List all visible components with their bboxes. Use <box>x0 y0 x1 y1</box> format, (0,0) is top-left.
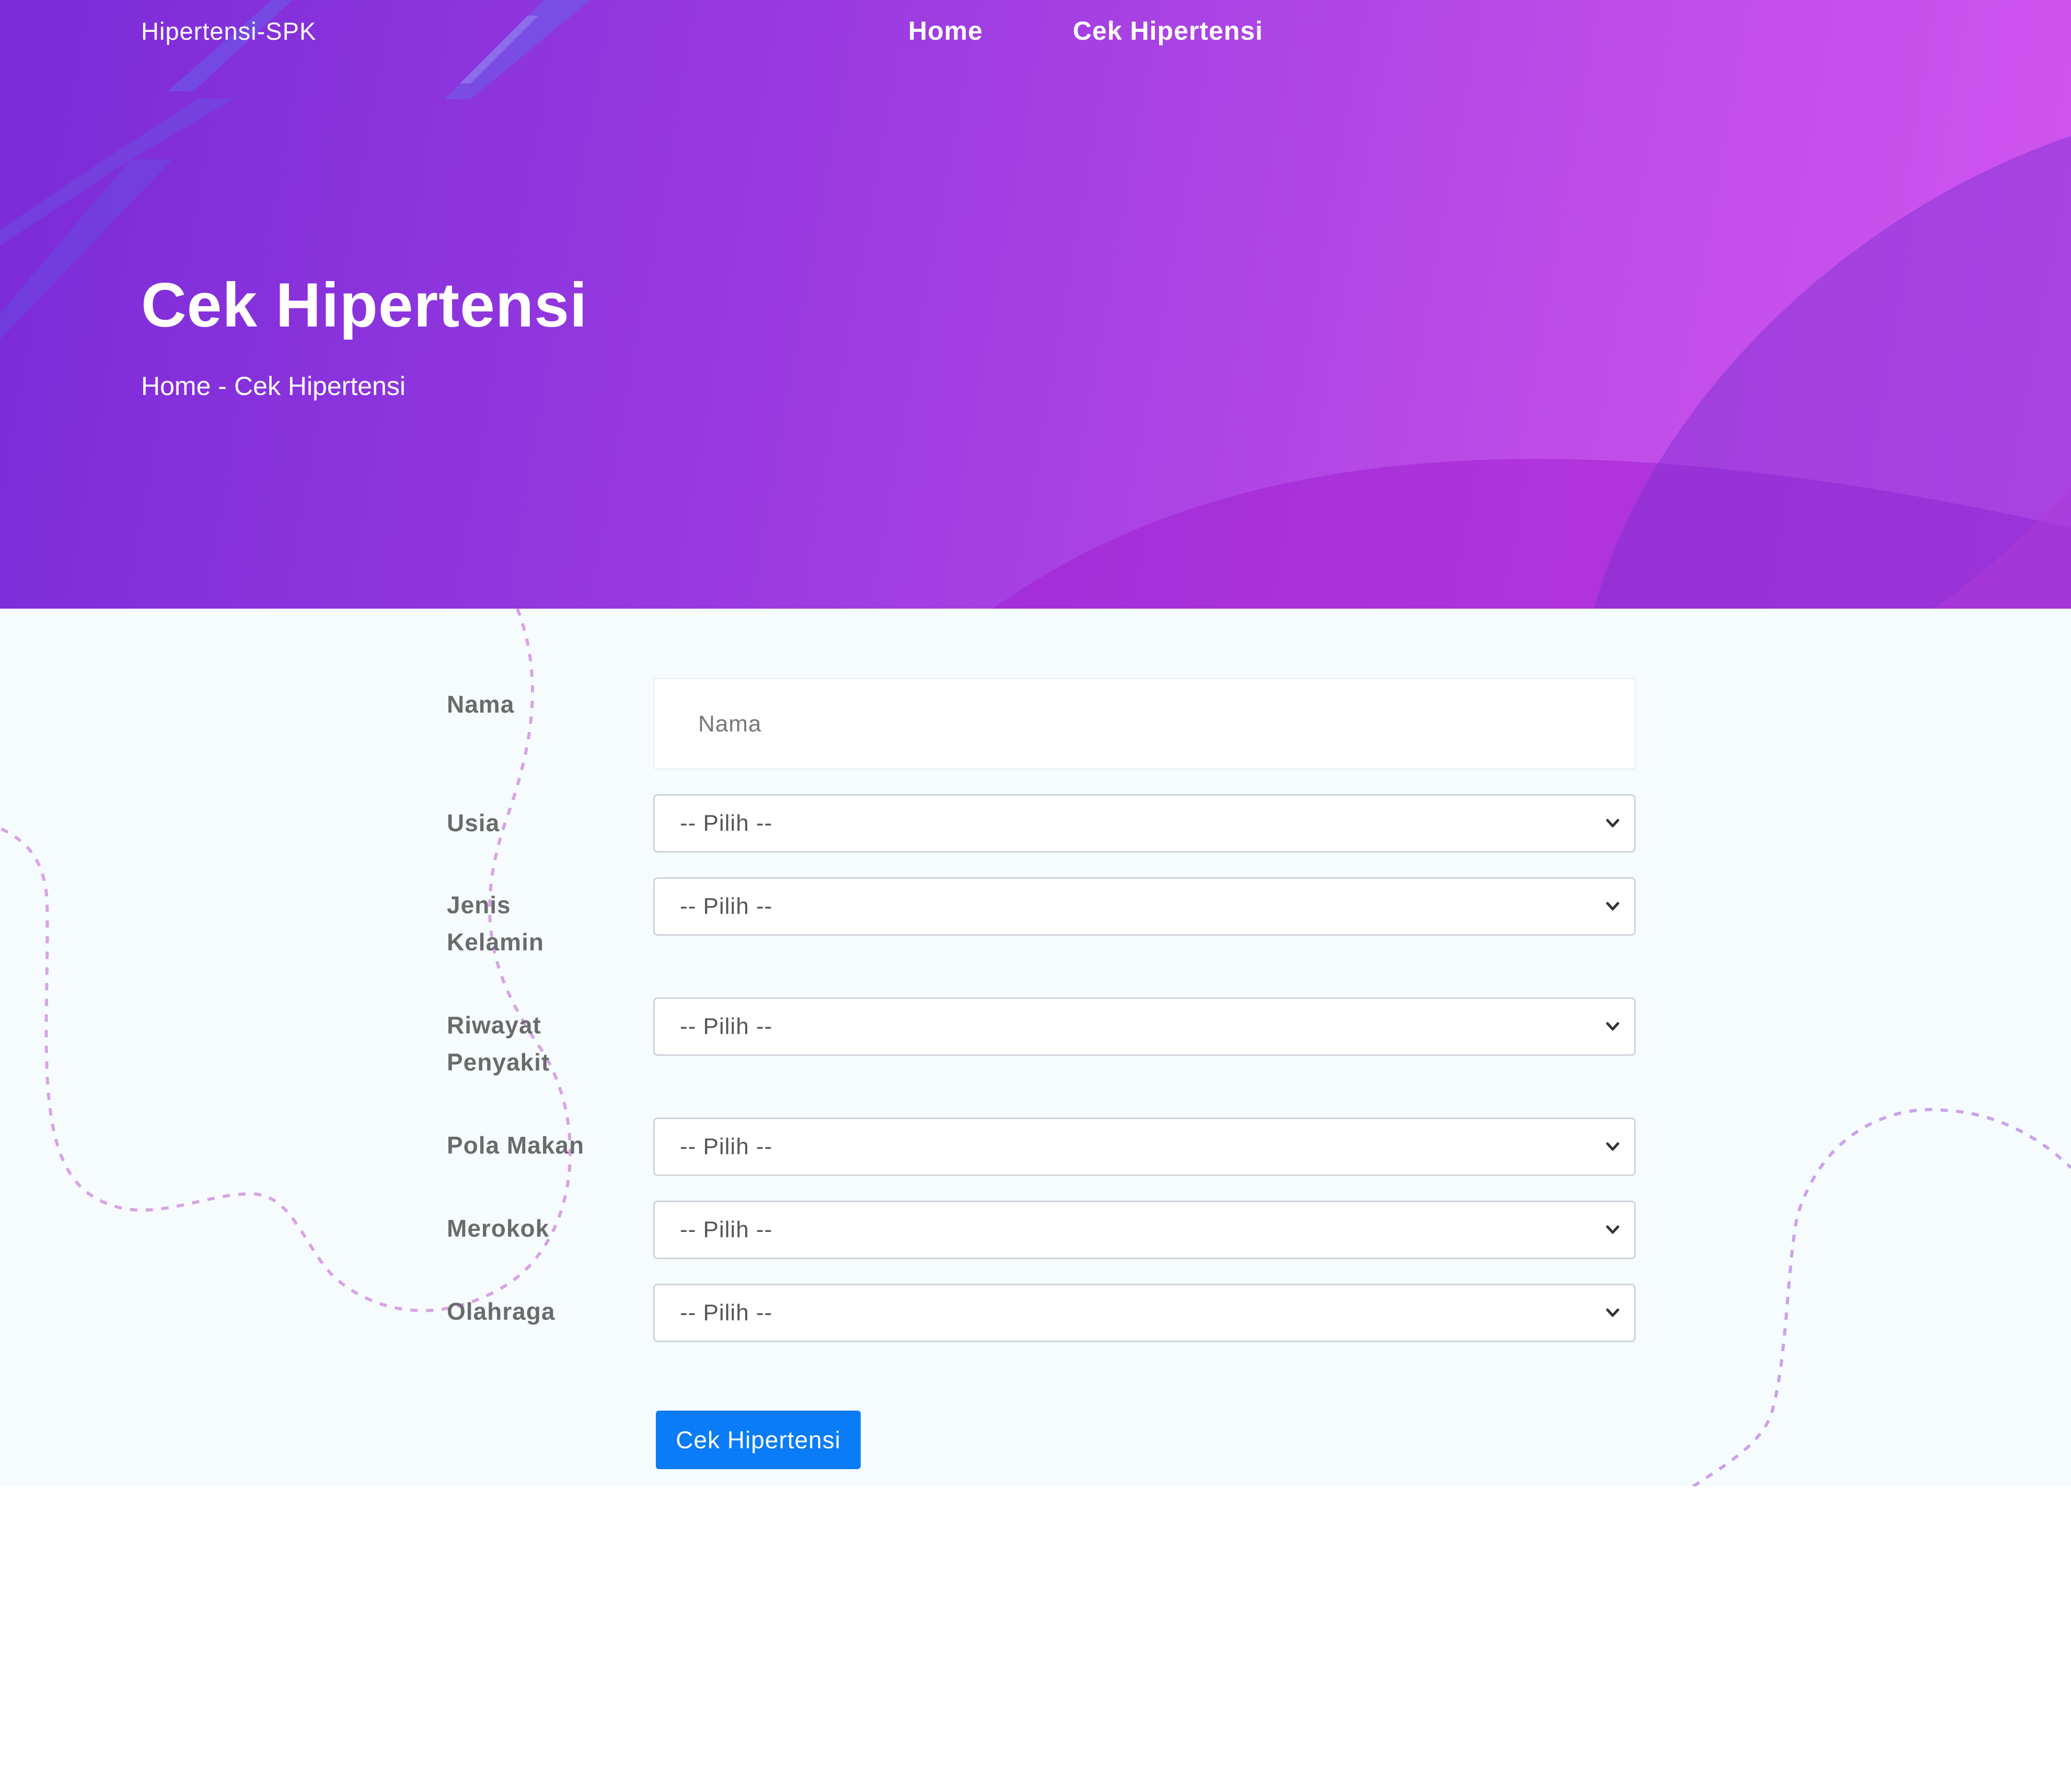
chevron-down-icon <box>1606 902 1619 911</box>
label-olahraga: Olahraga <box>447 1298 556 1325</box>
label-jenis-kelamin: Jenis Kelamin <box>447 887 604 961</box>
label-riwayat-penyakit: Riwayat Penyakit <box>447 1007 604 1081</box>
nav-home[interactable]: Home <box>908 16 983 46</box>
usia-select-value: -- Pilih -- <box>680 810 773 836</box>
jenis-kelamin-select[interactable]: -- Pilih -- <box>653 877 1636 936</box>
chevron-down-icon <box>1606 1142 1619 1151</box>
label-pola-makan: Pola Makan <box>447 1132 585 1159</box>
chevron-down-icon <box>1606 819 1619 828</box>
pola-makan-select-value: -- Pilih -- <box>680 1134 773 1159</box>
nama-input[interactable] <box>653 678 1636 770</box>
riwayat-penyakit-select[interactable]: -- Pilih -- <box>653 997 1636 1056</box>
chevron-down-icon <box>1606 1308 1619 1317</box>
usia-select[interactable]: -- Pilih -- <box>653 794 1636 853</box>
riwayat-penyakit-select-value: -- Pilih -- <box>680 1014 773 1039</box>
label-riwayat-penyakit-line1: Riwayat <box>447 1011 541 1039</box>
main-nav: Home Cek Hipertensi <box>908 16 1263 46</box>
label-merokok: Merokok <box>447 1215 550 1242</box>
merokok-select-value: -- Pilih -- <box>680 1217 773 1242</box>
olahraga-select-value: -- Pilih -- <box>680 1300 773 1325</box>
label-jenis-kelamin-line1: Jenis <box>447 891 511 918</box>
label-usia: Usia <box>447 809 500 836</box>
jenis-kelamin-select-value: -- Pilih -- <box>680 893 773 919</box>
label-jenis-kelamin-line2: Kelamin <box>447 928 544 956</box>
hipertensi-form-section: Nama Usia -- Pilih -- Jenis Kelamin -- P… <box>0 609 2071 1486</box>
label-nama: Nama <box>447 691 515 718</box>
breadcrumb-separator: - <box>218 371 227 401</box>
chevron-down-icon <box>1606 1225 1619 1234</box>
breadcrumb: Home - Cek Hipertensi <box>141 371 406 401</box>
pola-makan-select[interactable]: -- Pilih -- <box>653 1118 1636 1176</box>
chevron-down-icon <box>1606 1022 1619 1031</box>
cek-hipertensi-button[interactable]: Cek Hipertensi <box>656 1411 861 1469</box>
brand-logo[interactable]: Hipertensi-SPK <box>141 17 316 45</box>
olahraga-select[interactable]: -- Pilih -- <box>653 1284 1636 1342</box>
breadcrumb-home[interactable]: Home <box>141 371 211 401</box>
hero-banner: Hipertensi-SPK Home Cek Hipertensi Cek H… <box>0 0 2071 609</box>
label-riwayat-penyakit-line2: Penyakit <box>447 1049 550 1076</box>
merokok-select[interactable]: -- Pilih -- <box>653 1201 1636 1259</box>
breadcrumb-current: Cek Hipertensi <box>234 371 406 401</box>
page-title: Cek Hipertensi <box>141 270 588 340</box>
nav-cek-hipertensi[interactable]: Cek Hipertensi <box>1073 16 1263 46</box>
